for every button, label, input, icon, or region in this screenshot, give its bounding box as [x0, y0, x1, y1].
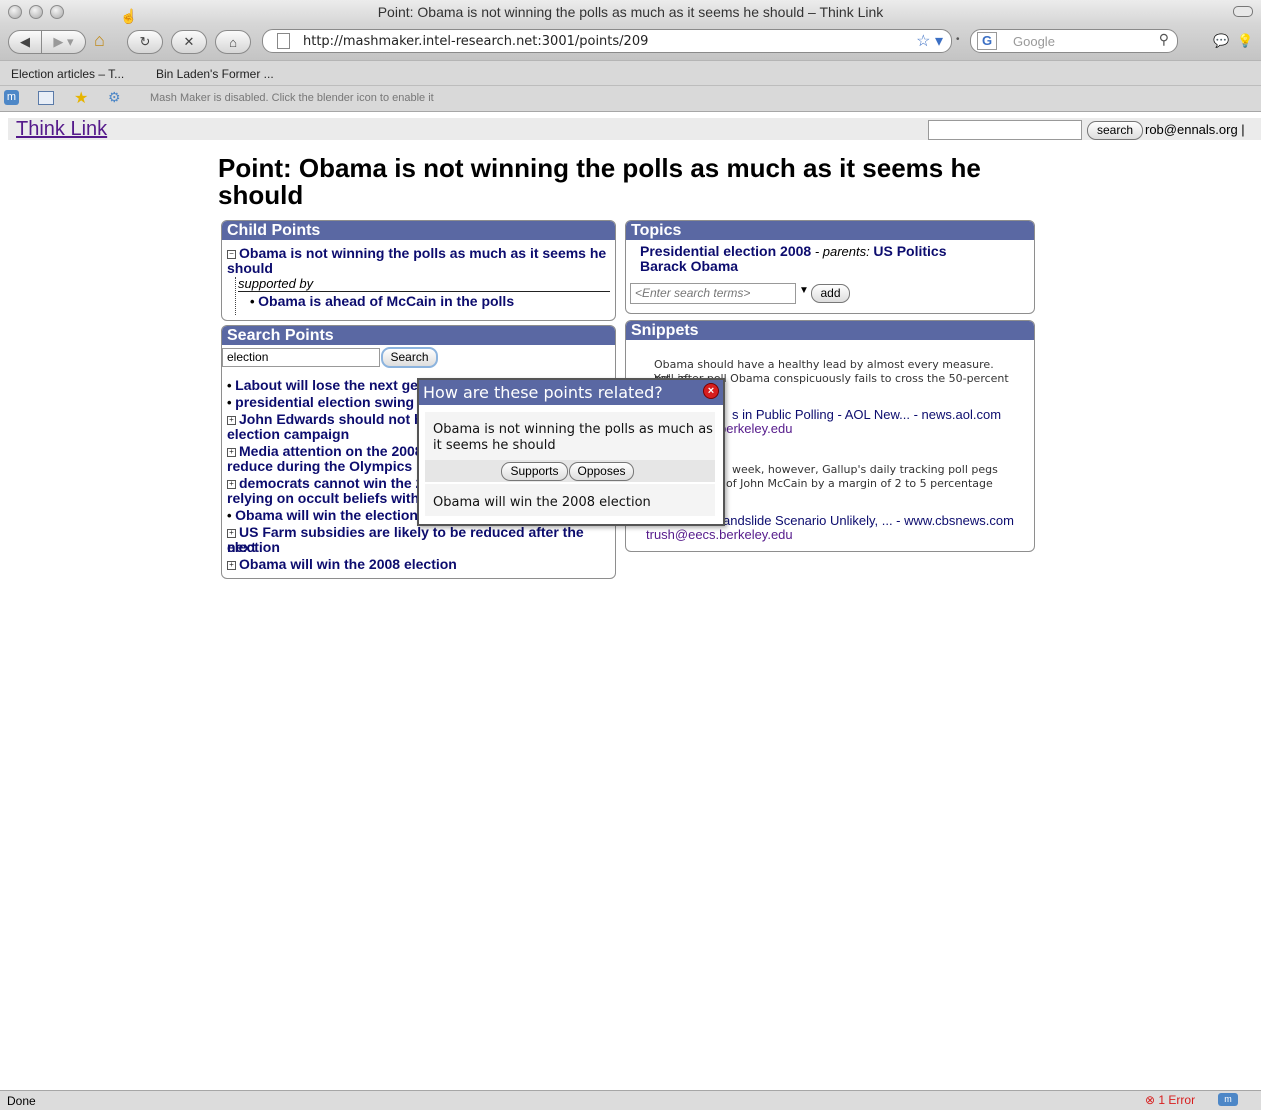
close-icon[interactable]: ×	[703, 383, 719, 399]
web-search-field[interactable]: G Google ⚲	[970, 29, 1178, 53]
tree-line	[235, 277, 236, 315]
parent-topic-link[interactable]: US Politics	[873, 243, 946, 259]
snippet-text: Obama conspicuously fails to cross the 5…	[730, 372, 1009, 385]
reload-icon: ↻	[139, 34, 151, 49]
forward-arrow-icon: ▶ ▾	[53, 34, 74, 49]
chat-icon[interactable]: 💬	[1213, 33, 1229, 49]
error-indicator[interactable]: ⊗ 1 Error	[1145, 1093, 1195, 1107]
url-text: http://mashmaker.intel-research.net:3001…	[303, 34, 649, 49]
page-icon	[277, 33, 290, 49]
snippet-source-link[interactable]: andslide Scenario Unlikely, ... - www.cb…	[723, 513, 1014, 528]
sidebar-icon[interactable]	[38, 91, 54, 105]
stop-button[interactable]: ✕	[171, 30, 207, 54]
window-title: Point: Obama is not winning the polls as…	[377, 4, 884, 20]
point-a-text: Obama is not winning the polls as much a…	[433, 422, 713, 453]
bulb-icon[interactable]: 💡	[1237, 33, 1253, 49]
stop-icon: ✕	[183, 34, 195, 49]
expand-icon[interactable]: +	[227, 529, 236, 538]
site-header: Think Link search rob@ennals.org |	[8, 118, 1261, 140]
parents-label: - parents:	[814, 244, 870, 259]
add-topic-button[interactable]: add	[811, 284, 850, 303]
expand-icon[interactable]: +	[227, 561, 236, 570]
status-bar: Done ⊗ 1 Error m	[0, 1090, 1261, 1110]
gear-icon[interactable]: ⚙	[108, 89, 121, 106]
dialog-title: How are these points related?	[419, 380, 723, 405]
bookmark-item[interactable]: Bin Laden's Former ...	[156, 67, 274, 81]
snippet-text: of John McCain by a margin of 2 to 5 per…	[726, 477, 993, 490]
site-search-input[interactable]	[928, 120, 1082, 140]
web-search-placeholder: Google	[1013, 34, 1055, 49]
expand-icon[interactable]: +	[227, 448, 236, 457]
search-result-link[interactable]: Labout will lose the next ger	[235, 377, 423, 393]
toolbar-toggle-icon[interactable]	[1233, 6, 1253, 17]
user-link[interactable]: rob@ennals.org |	[1145, 122, 1245, 137]
snippet-user-link[interactable]: trush@eecs.berkeley.edu	[646, 527, 793, 542]
search-result-link[interactable]: democrats cannot win the 20	[239, 475, 431, 491]
point-link[interactable]: Obama is not winning the polls as much a…	[227, 245, 606, 276]
search-result-link[interactable]: Obama will win the election	[235, 507, 418, 523]
search-points-button[interactable]: Search	[381, 347, 438, 368]
addon-icon[interactable]: m	[1218, 1093, 1238, 1106]
child-points-panel: Child Points − Obama is not winning the p…	[221, 220, 616, 321]
snippets-header: Snippets	[626, 321, 1034, 340]
topic-search-input[interactable]: <Enter search terms>	[630, 283, 796, 304]
relation-label: supported by	[238, 276, 610, 292]
supports-button[interactable]: Supports	[501, 462, 568, 481]
expand-icon[interactable]: +	[227, 480, 236, 489]
dropdown-arrow-icon[interactable]: ▼	[799, 285, 809, 296]
address-bar[interactable]: http://mashmaker.intel-research.net:3001…	[262, 29, 952, 53]
google-icon[interactable]: G	[977, 32, 997, 50]
search-result-link[interactable]: John Edwards should not ha	[239, 411, 430, 427]
point-b-text: Obama will win the 2008 election	[433, 495, 651, 510]
hand-cursor-icon: ☝	[120, 8, 138, 24]
home-button[interactable]: ⌂	[215, 30, 251, 54]
error-icon: ⊗	[1145, 1093, 1156, 1107]
home-icon: ⌂	[229, 34, 237, 50]
bookmark-star-icon[interactable]: ☆ ▾	[916, 31, 943, 51]
window-titlebar: Point: Obama is not winning the polls as…	[0, 0, 1261, 24]
search-result-link-cont[interactable]: election	[227, 539, 280, 555]
topics-panel: Topics Presidential election 2008 - pare…	[625, 220, 1035, 314]
reload-button[interactable]: ↻	[127, 30, 163, 54]
magnifier-icon[interactable]: ⚲	[1159, 31, 1169, 48]
search-points-header: Search Points	[222, 326, 615, 345]
search-result-link-cont[interactable]: relying on occult beliefs witho	[227, 490, 428, 506]
mashmaker-toolbar: m ★ ⚙ Mash Maker is disabled. Click the …	[0, 85, 1261, 112]
child-points-header: Child Points	[222, 221, 615, 240]
search-result-link-cont[interactable]: election campaign	[227, 426, 349, 442]
navigation-toolbar: ◀ ▶ ▾ ⌂ ↻ ✕ ⌂ http://mashmaker.intel-res…	[0, 24, 1261, 60]
search-points-input[interactable]: election	[222, 348, 380, 367]
blender-icon[interactable]: m	[4, 90, 19, 105]
bookmark-item[interactable]: Election articles – T...	[11, 67, 124, 81]
back-button[interactable]: ◀	[8, 30, 42, 54]
opposes-button[interactable]: Opposes	[569, 462, 634, 481]
page-title: Point: Obama is not winning the polls as…	[218, 153, 981, 210]
search-result-link[interactable]: Obama will win the 2008 election	[239, 556, 457, 572]
forward-button[interactable]: ▶ ▾	[41, 30, 86, 54]
relation-dialog: How are these points related? × Obama is…	[417, 378, 725, 526]
search-result-link[interactable]: presidential election swing s	[235, 394, 426, 410]
snippet-source-link[interactable]: s in Public Polling - AOL New... - news.…	[732, 407, 1001, 422]
back-arrow-icon: ◀	[20, 34, 30, 49]
site-logo-link[interactable]: Think Link	[16, 118, 107, 141]
snippet-text: week, however, Gallup's daily tracking p…	[732, 463, 998, 476]
search-result-link[interactable]: Media attention on the 2008	[239, 443, 423, 459]
separator-dot: •	[956, 34, 960, 45]
topics-header: Topics	[626, 221, 1034, 240]
error-count: 1 Error	[1158, 1093, 1196, 1107]
collapse-icon[interactable]: −	[227, 250, 236, 259]
broom-icon[interactable]: ⌂	[94, 30, 116, 52]
child-point-link[interactable]: Obama is ahead of McCain in the polls	[258, 293, 514, 309]
search-result-link-cont[interactable]: reduce during the Olympics	[227, 458, 412, 474]
star-icon[interactable]: ★	[74, 88, 88, 108]
snippet-user-link[interactable]: berkeley.edu	[719, 421, 792, 436]
status-text: Done	[7, 1094, 36, 1108]
site-search-button[interactable]: search	[1087, 121, 1143, 140]
mashmaker-message: Mash Maker is disabled. Click the blende…	[150, 92, 434, 104]
expand-icon[interactable]: +	[227, 416, 236, 425]
topic-link[interactable]: Presidential election 2008	[640, 243, 811, 259]
bookmarks-bar: Election articles – T... Bin Laden's For…	[0, 60, 1261, 86]
topic-link[interactable]: Barack Obama	[640, 258, 738, 274]
